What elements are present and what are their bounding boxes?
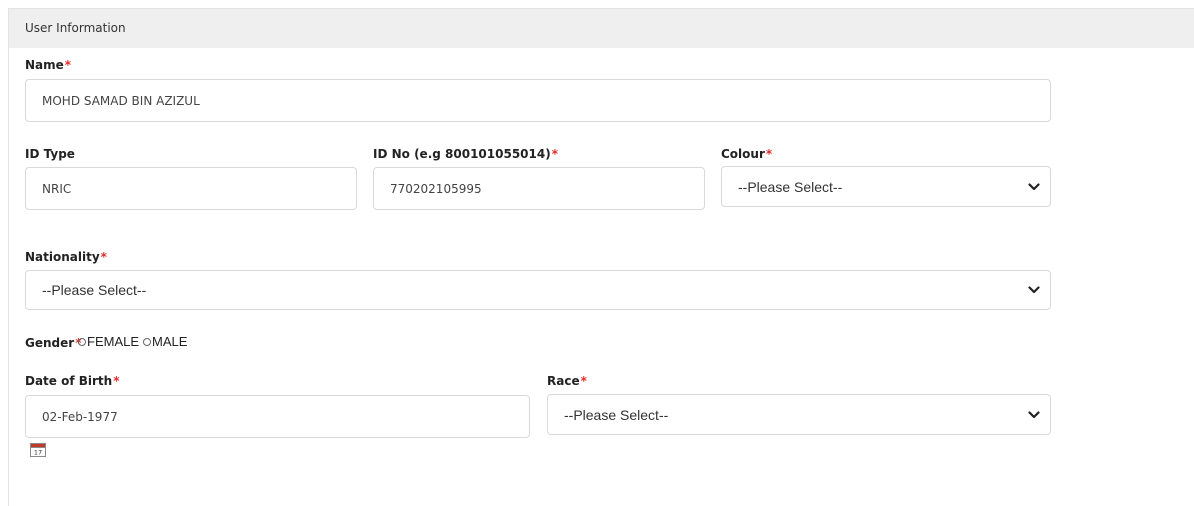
radio-icon[interactable] xyxy=(143,337,152,346)
colour-label: Colour* xyxy=(721,147,772,161)
required-mark: * xyxy=(765,147,773,161)
required-mark: * xyxy=(113,374,120,388)
gender-label: Gender* xyxy=(25,336,81,350)
calendar-day-text: 17 xyxy=(34,449,42,457)
id-no-input[interactable] xyxy=(373,167,705,210)
race-label: Race* xyxy=(547,374,587,388)
required-mark: * xyxy=(551,147,558,161)
id-no-label-text: ID No (e.g 800101055014) xyxy=(373,147,551,161)
colour-selected-value: --Please Select-- xyxy=(738,178,843,195)
race-label-text: Race xyxy=(547,374,580,388)
calendar-icon[interactable]: 17 xyxy=(30,442,46,457)
gender-option-label: FEMALE xyxy=(87,334,140,349)
id-type-input[interactable] xyxy=(25,167,357,210)
dob-input[interactable] xyxy=(25,395,530,438)
radio-icon[interactable] xyxy=(78,337,86,346)
chevron-down-icon xyxy=(1028,182,1040,190)
id-type-label: ID Type xyxy=(25,147,75,161)
gender-option-female[interactable]: FEMALE xyxy=(78,334,139,349)
dob-label: Date of Birth* xyxy=(25,374,120,388)
nationality-label: Nationality* xyxy=(25,250,107,264)
name-label-text: Name xyxy=(25,58,64,72)
required-mark: * xyxy=(580,374,587,388)
colour-label-text: Colour xyxy=(721,147,765,161)
nationality-label-text: Nationality xyxy=(25,250,100,264)
chevron-down-icon xyxy=(1028,410,1040,418)
nationality-select[interactable]: --Please Select-- xyxy=(25,270,1051,310)
colour-select[interactable]: --Please Select-- xyxy=(721,166,1051,207)
required-mark: * xyxy=(64,58,72,72)
race-select[interactable]: --Please Select-- xyxy=(547,394,1051,435)
gender-label-text: Gender xyxy=(25,336,75,350)
name-input[interactable] xyxy=(25,79,1051,122)
required-mark: * xyxy=(100,250,107,264)
gender-option-male[interactable]: MALE xyxy=(143,334,187,349)
dob-label-text: Date of Birth xyxy=(25,374,113,388)
name-label: Name* xyxy=(25,58,71,72)
panel-title: User Information xyxy=(9,9,1194,48)
gender-option-label: MALE xyxy=(152,334,188,349)
id-no-label: ID No (e.g 800101055014)* xyxy=(373,147,558,161)
gender-radio-group: FEMALE MALE xyxy=(78,334,191,349)
chevron-down-icon xyxy=(1028,286,1040,294)
race-selected-value: --Please Select-- xyxy=(564,406,669,423)
nationality-selected-value: --Please Select-- xyxy=(42,282,147,298)
